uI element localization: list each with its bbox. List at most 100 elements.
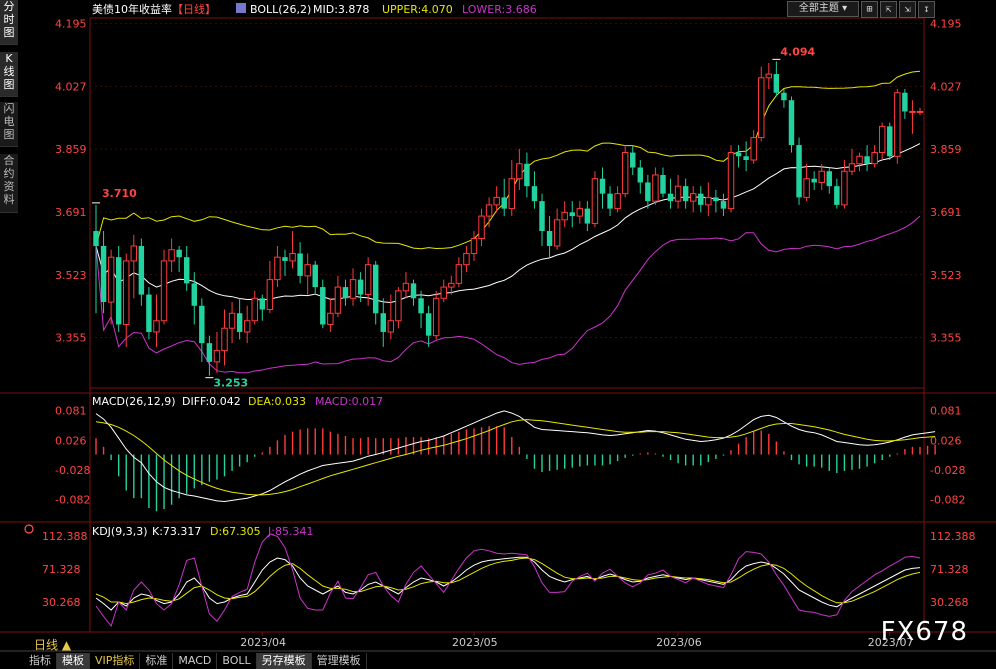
tab-macd[interactable]: MACD — [173, 653, 218, 669]
boll-lines — [95, 70, 921, 374]
candle — [524, 152, 530, 198]
candle — [743, 141, 749, 172]
layout-grid-button[interactable]: ⊞ — [861, 1, 878, 18]
candle — [206, 335, 213, 376]
macd-diff: DIFF:0.042 — [182, 395, 241, 408]
candle — [553, 208, 561, 250]
candle — [372, 260, 379, 325]
candle — [727, 145, 735, 213]
tab-standard[interactable]: 标准 — [140, 653, 174, 669]
candle — [432, 290, 440, 340]
x-tick-label: 2023/04 — [240, 636, 286, 649]
candle — [228, 302, 236, 344]
tab-boll[interactable]: BOLL — [217, 653, 257, 669]
kdj-tick-left: 71.328 — [42, 563, 81, 576]
period-indicator[interactable]: 日线 ▲ — [34, 636, 71, 653]
candles — [93, 61, 924, 376]
theme-select[interactable]: 全部主题 ▾ — [787, 1, 859, 17]
tab-manage-template[interactable]: 管理模板 — [312, 653, 367, 669]
candle — [796, 137, 802, 205]
price-tick-right: 3.355 — [930, 332, 962, 345]
tab-save-template[interactable]: 另存模板 — [256, 653, 312, 669]
candle — [660, 167, 666, 198]
candle — [342, 279, 349, 306]
candle — [887, 122, 893, 161]
candle — [667, 178, 674, 209]
candle — [334, 275, 342, 317]
kdj-j-line — [95, 533, 921, 628]
candle — [773, 61, 780, 97]
price-tick-left: 3.355 — [55, 332, 87, 345]
candle — [584, 201, 591, 232]
tab-vip-indicator[interactable]: VIP指标 — [90, 653, 141, 669]
candle — [720, 193, 727, 217]
candle — [621, 145, 629, 198]
macd-dea-line — [95, 419, 936, 496]
macd-tick-right: -0.028 — [930, 464, 965, 477]
candle — [811, 171, 817, 190]
price-tick-left: 3.859 — [55, 143, 87, 156]
macd-tick-left: 0.081 — [55, 404, 87, 417]
price-tick-left: 4.027 — [55, 80, 87, 93]
kdj-settings-icon[interactable] — [24, 524, 34, 534]
price-y-axis-left: 4.195 4.027 3.859 3.691 3.523 3.355 — [55, 18, 87, 345]
candle — [916, 107, 924, 116]
candle — [304, 253, 311, 295]
candle — [856, 152, 863, 172]
download-button[interactable]: ↧ — [918, 1, 935, 18]
candle — [508, 160, 516, 217]
candle — [803, 163, 810, 202]
candle — [410, 279, 417, 306]
candle — [349, 268, 357, 306]
candle — [115, 245, 122, 332]
candle — [251, 290, 258, 325]
macd-histogram — [95, 426, 936, 512]
tab-template[interactable]: 模板 — [57, 653, 90, 669]
candle — [259, 294, 266, 321]
candle — [698, 186, 704, 213]
candle — [569, 201, 575, 228]
macd-tick-right: -0.082 — [930, 493, 965, 506]
collapse-button[interactable]: ⇲ — [899, 1, 916, 18]
price-tick-right: 4.027 — [930, 80, 962, 93]
candle — [440, 279, 447, 303]
candle — [221, 309, 228, 366]
chart-title: 美债10年收益率【日线】 — [92, 2, 216, 16]
candle — [93, 204, 99, 314]
candle — [546, 216, 553, 258]
candle — [213, 331, 221, 374]
candle — [153, 294, 160, 347]
macd-diff-line — [95, 410, 936, 503]
low-annotation: 3.253 — [213, 377, 248, 390]
candle — [689, 186, 697, 213]
candle — [909, 100, 916, 134]
expand-button[interactable]: ⇱ — [880, 1, 897, 18]
candle — [191, 272, 197, 325]
price-tick-right: 3.691 — [930, 206, 962, 219]
macd-tick-left: -0.082 — [55, 493, 90, 506]
candle — [146, 287, 152, 340]
price-tick-right: 3.859 — [930, 143, 962, 156]
chart-canvas[interactable]: 4.195 4.027 3.859 3.691 3.523 3.355 4.195 4.02… — [0, 0, 996, 669]
candle — [682, 178, 689, 209]
kdj-k-line — [95, 556, 921, 611]
kdj-tick-right: 71.328 — [930, 563, 969, 576]
candle — [312, 260, 318, 295]
candle — [501, 178, 507, 217]
candle — [183, 245, 190, 291]
candle — [380, 298, 386, 347]
candle — [645, 174, 651, 209]
candle — [614, 186, 621, 213]
candle — [123, 253, 130, 347]
kdj-k: K:73.317 — [152, 525, 201, 538]
candle — [531, 171, 538, 209]
candle — [516, 148, 523, 190]
macd-label: MACD(26,12,9) — [92, 395, 176, 408]
candle — [561, 201, 568, 228]
candle — [848, 148, 856, 175]
tab-indicator[interactable]: 指标 — [24, 653, 57, 669]
candle — [418, 290, 424, 329]
candle — [387, 294, 395, 340]
candle — [894, 89, 901, 164]
candle — [320, 279, 326, 329]
